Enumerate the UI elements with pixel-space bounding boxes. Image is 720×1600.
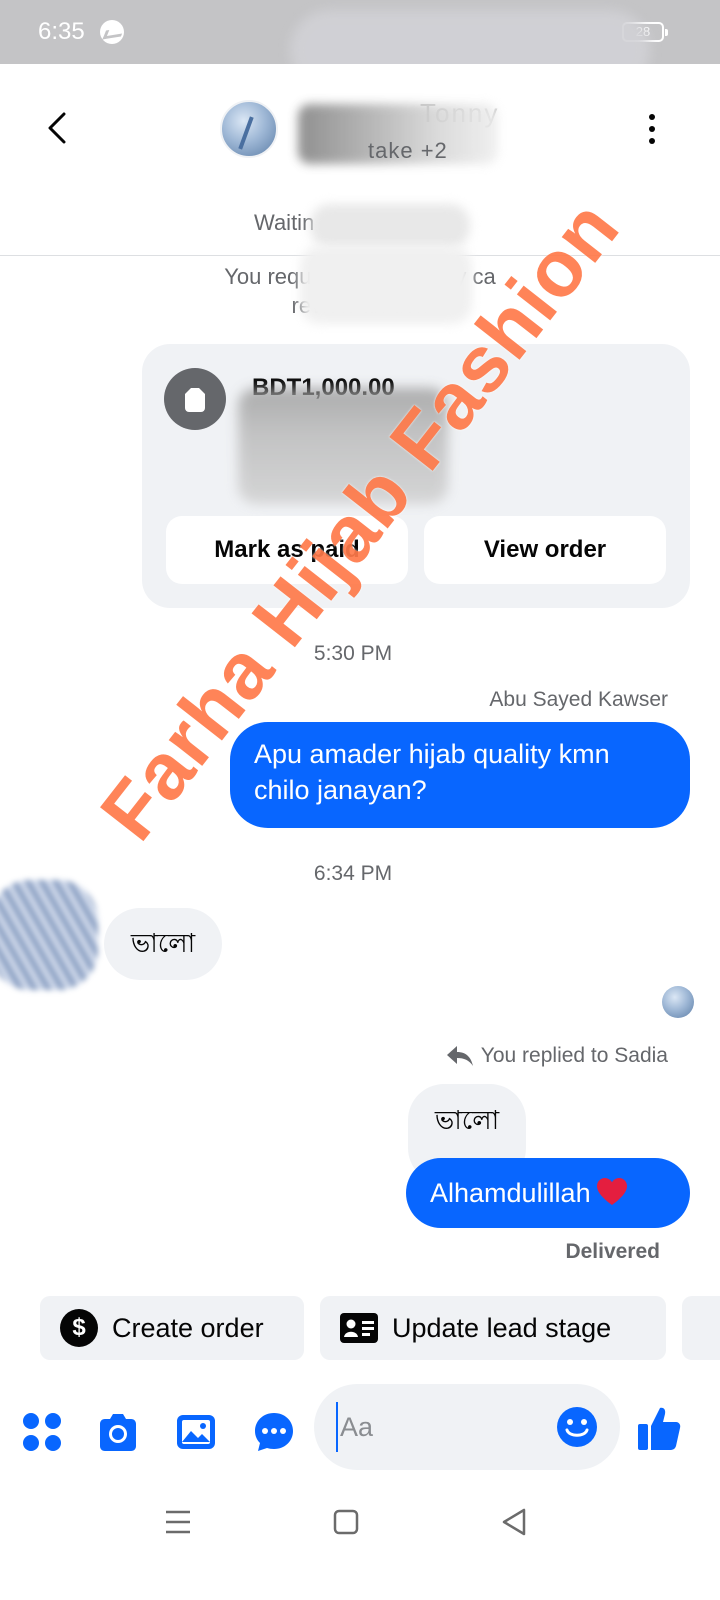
sender-label: Abu Sayed Kawser xyxy=(489,688,668,711)
chat-header: Tonny take +2 Waitin xyxy=(0,64,720,256)
view-order-button[interactable]: View order xyxy=(424,516,666,584)
nav-menu-icon[interactable] xyxy=(158,1502,198,1542)
nav-back-icon[interactable] xyxy=(494,1502,534,1542)
messenger-notification-icon xyxy=(100,20,124,44)
reply-indicator: You replied to Sadia xyxy=(445,1044,668,1068)
dollar-icon: $ xyxy=(60,1309,98,1347)
gallery-icon[interactable] xyxy=(174,1410,218,1454)
timestamp: 6:34 PM xyxy=(313,862,393,885)
more-actions-chip[interactable] xyxy=(682,1296,720,1360)
back-arrow-icon[interactable] xyxy=(40,108,80,148)
create-order-button[interactable]: $ Create order xyxy=(40,1296,304,1360)
camera-icon[interactable] xyxy=(96,1410,140,1454)
heart-icon xyxy=(596,1178,627,1205)
timestamp: 5:30 PM xyxy=(313,642,393,665)
delivery-status: Delivered xyxy=(565,1240,660,1263)
emoji-icon[interactable] xyxy=(556,1406,598,1448)
message-text: Alhamdulillah xyxy=(430,1178,591,1208)
kebab-menu-icon[interactable] xyxy=(640,112,664,146)
reply-arrow-icon xyxy=(446,1046,473,1066)
redaction-blur-order-details xyxy=(238,388,448,504)
redaction-blur-system xyxy=(300,246,472,324)
nav-home-icon[interactable] xyxy=(326,1502,366,1542)
like-icon[interactable] xyxy=(636,1404,682,1452)
apps-icon[interactable] xyxy=(20,1410,64,1454)
mark-as-paid-button[interactable]: Mark as paid xyxy=(166,516,408,584)
update-lead-stage-button[interactable]: Update lead stage xyxy=(320,1296,666,1360)
contact-subtitle: take +2 xyxy=(368,138,448,163)
redaction-blur-status xyxy=(310,204,470,248)
chat-bubble-icon[interactable] xyxy=(252,1410,296,1454)
incoming-message-bubble[interactable]: ভালো xyxy=(104,908,222,980)
status-time: 6:35 xyxy=(38,18,85,45)
read-receipt-avatar xyxy=(662,986,694,1018)
sender-avatar-blurred xyxy=(0,880,98,990)
contact-avatar[interactable] xyxy=(220,100,278,158)
reply-label: You replied to Sadia xyxy=(480,1044,668,1067)
tag-icon xyxy=(164,368,226,430)
order-status-banner: Waitin xyxy=(254,210,315,235)
message-input-container xyxy=(314,1384,620,1470)
outgoing-message-bubble[interactable]: Alhamdulillah xyxy=(406,1158,690,1228)
message-input[interactable] xyxy=(336,1402,536,1452)
order-card: BDT1,000.00 Mark as paid View order xyxy=(142,344,690,608)
update-lead-stage-label: Update lead stage xyxy=(392,1313,612,1343)
create-order-label: Create order xyxy=(112,1313,264,1343)
outgoing-message-bubble[interactable]: Apu amader hijab quality kmn chilo janay… xyxy=(230,722,690,828)
id-card-icon xyxy=(340,1313,378,1343)
